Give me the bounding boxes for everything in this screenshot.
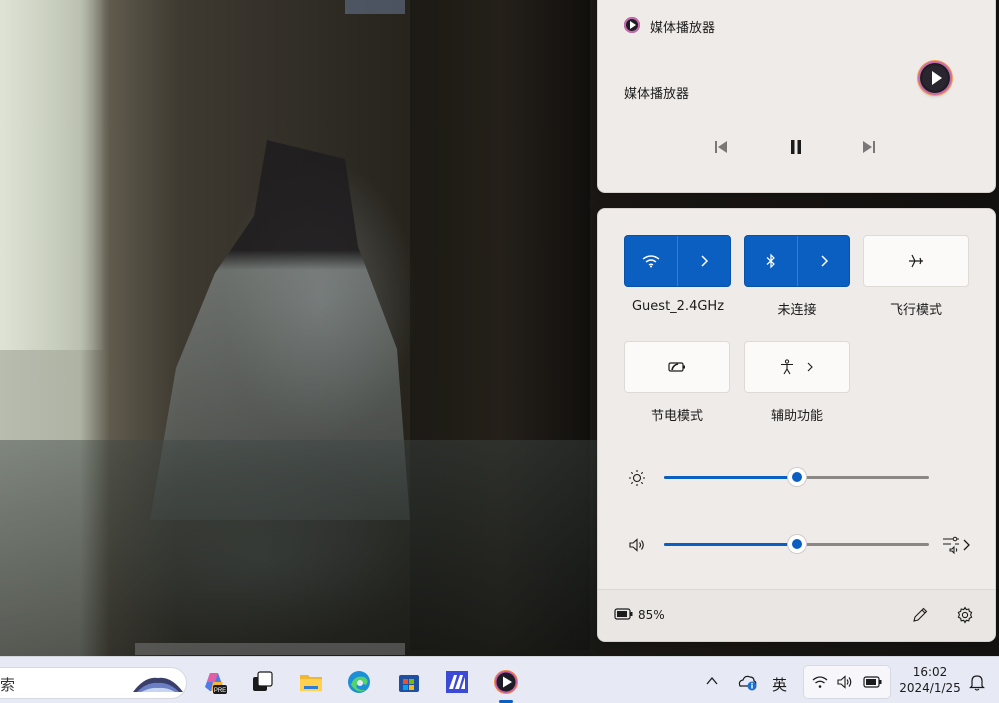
accessibility-expand-button[interactable] bbox=[745, 342, 849, 392]
previous-track-icon bbox=[715, 141, 727, 153]
bluetooth-expand-button[interactable] bbox=[798, 236, 850, 286]
clock-date: 2024/1/25 bbox=[899, 681, 961, 695]
bluetooth-tile[interactable] bbox=[744, 235, 850, 287]
airplane-mode-toggle[interactable] bbox=[864, 236, 968, 286]
chevron-up-icon[interactable] bbox=[705, 675, 719, 687]
battery-saver-toggle[interactable] bbox=[625, 342, 729, 392]
bluetooth-toggle[interactable] bbox=[745, 236, 797, 286]
quick-settings-footer: 85% bbox=[598, 589, 995, 641]
quick-settings-panel: Guest_2.4GHz 未连接 飞行模式 节电模式 辅助功能 85% bbox=[597, 208, 996, 642]
chevron-right-icon bbox=[701, 255, 709, 267]
media-player-app-icon bbox=[624, 17, 640, 33]
bed-area bbox=[0, 440, 600, 656]
speaker-icon bbox=[629, 538, 644, 552]
volume-slider-thumb[interactable] bbox=[788, 535, 806, 553]
battery-saver-tile[interactable] bbox=[624, 341, 730, 393]
taskbar-search-box[interactable] bbox=[0, 667, 187, 699]
wifi-icon bbox=[642, 255, 660, 268]
media-flyout: 媒体播放器 媒体播放器 bbox=[597, 0, 996, 193]
media-app-name: 媒体播放器 bbox=[650, 21, 716, 36]
file-explorer-icon[interactable] bbox=[298, 669, 324, 695]
search-placeholder-text: 索 bbox=[0, 676, 16, 694]
task-view-icon[interactable] bbox=[249, 669, 275, 695]
wifi-expand-button[interactable] bbox=[678, 236, 730, 286]
ime-language-indicator[interactable]: 英 bbox=[772, 674, 787, 695]
brightness-slider-thumb[interactable] bbox=[788, 468, 806, 486]
audio-output-select-icon[interactable] bbox=[941, 535, 975, 555]
airplane-mode-tile[interactable] bbox=[863, 235, 969, 287]
media-player-taskbar-icon[interactable] bbox=[493, 669, 519, 695]
battery-saver-label: 节电模式 bbox=[650, 409, 703, 424]
microsoft-store-icon[interactable] bbox=[396, 669, 422, 695]
wifi-tray-icon bbox=[812, 676, 828, 688]
bluetooth-icon bbox=[766, 253, 775, 269]
edge-browser-icon[interactable] bbox=[346, 669, 372, 695]
window-light bbox=[0, 0, 105, 350]
taskbar: 索 PRE 英 16:02 2024/1/25 bbox=[0, 656, 999, 703]
accessibility-label: 辅助功能 bbox=[770, 409, 823, 424]
chevron-right-icon bbox=[821, 255, 829, 267]
video-progress-strip bbox=[135, 643, 405, 655]
media-track-title: 媒体播放器 bbox=[624, 87, 690, 102]
wifi-tile-label: Guest_2.4GHz bbox=[631, 299, 725, 314]
clock-time: 16:02 bbox=[912, 665, 948, 679]
volume-slider[interactable] bbox=[664, 535, 929, 553]
media-player-large-icon[interactable] bbox=[920, 63, 950, 93]
next-track-icon bbox=[863, 141, 875, 153]
gear-icon[interactable] bbox=[956, 606, 974, 624]
wifi-tile[interactable] bbox=[624, 235, 731, 287]
next-track-button[interactable] bbox=[856, 135, 882, 159]
search-highlight-icon bbox=[133, 677, 183, 692]
app-m-icon[interactable] bbox=[444, 669, 470, 695]
bluetooth-tile-label: 未连接 bbox=[777, 303, 817, 318]
brightness-icon bbox=[629, 470, 645, 486]
battery-percentage: 85% bbox=[638, 608, 665, 622]
video-top-strip bbox=[345, 0, 405, 14]
wifi-toggle[interactable] bbox=[625, 236, 677, 286]
svg-text:PRE: PRE bbox=[214, 688, 226, 694]
brightness-slider[interactable] bbox=[664, 468, 929, 486]
edit-pencil-icon[interactable] bbox=[911, 606, 929, 624]
battery-icon bbox=[614, 608, 633, 620]
airplane-icon bbox=[909, 254, 923, 268]
accessibility-tile[interactable] bbox=[744, 341, 850, 393]
volume-tray-icon bbox=[837, 675, 852, 689]
pause-button[interactable] bbox=[783, 135, 809, 159]
notification-bell-icon[interactable] bbox=[969, 673, 985, 691]
network-volume-battery-group[interactable] bbox=[803, 665, 891, 699]
pause-icon bbox=[791, 140, 801, 154]
onedrive-info-icon[interactable] bbox=[737, 672, 759, 692]
airplane-mode-label: 飞行模式 bbox=[889, 303, 942, 318]
battery-saver-icon bbox=[668, 362, 685, 372]
volume-slider-fill bbox=[664, 543, 797, 546]
accessibility-icon bbox=[781, 359, 813, 375]
previous-track-button[interactable] bbox=[708, 135, 734, 159]
brightness-slider-fill bbox=[664, 476, 797, 479]
copilot-icon[interactable]: PRE bbox=[201, 669, 227, 695]
clock-area[interactable]: 16:02 2024/1/25 bbox=[895, 665, 965, 695]
battery-tray-icon bbox=[863, 676, 882, 688]
